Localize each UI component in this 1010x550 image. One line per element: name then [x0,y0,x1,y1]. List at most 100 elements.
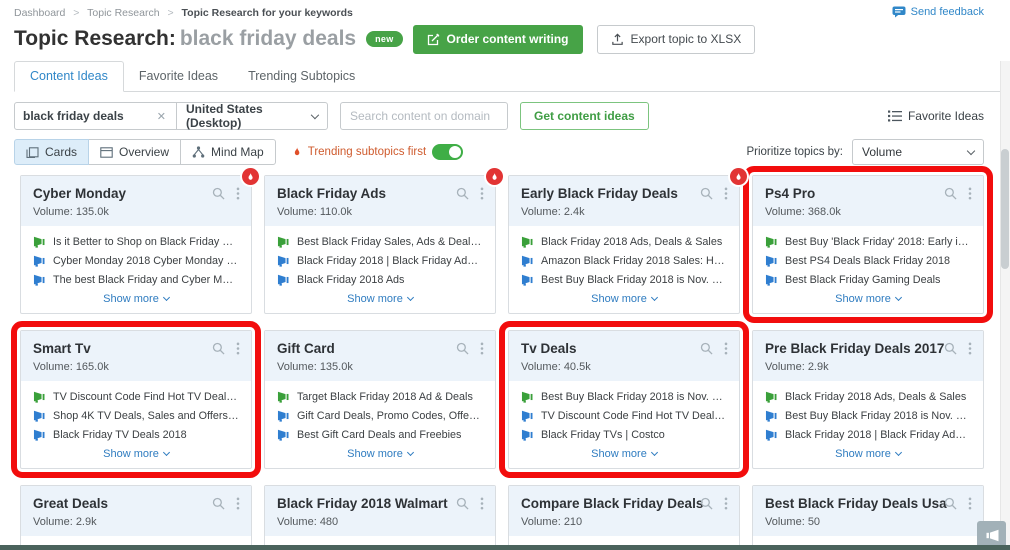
search-topic-icon[interactable] [944,497,957,510]
headline-row[interactable]: Best Black Friday Gaming Deals [765,274,971,286]
search-topic-icon[interactable] [700,342,713,355]
headline-row[interactable]: Is it Better to Shop on Black Friday or … [33,236,239,248]
breadcrumb-dashboard[interactable]: Dashboard [14,7,65,19]
topic-card[interactable]: Ps4 Pro Volume: 368.0k [752,175,984,314]
headline-row[interactable]: Target Black Friday 2018 Ad & Deals [277,391,483,403]
headline-row[interactable]: Best Gift Card Deals and Freebies [277,429,483,441]
view-cards-button[interactable]: Cards [14,139,89,165]
headline-row[interactable]: The best Black Friday and Cyber Monday d… [33,274,239,286]
topic-card[interactable]: Cyber Monday Volume: 135.0k [20,175,252,314]
card-menu-icon[interactable] [236,187,240,200]
card-menu-icon[interactable] [480,342,484,355]
trending-flame-badge [730,168,747,185]
tab-trending-subtopics[interactable]: Trending Subtopics [233,62,370,91]
clear-keyword-icon[interactable]: ✕ [155,110,168,123]
breadcrumb-current: Topic Research for your keywords [182,7,353,19]
tab-content-ideas[interactable]: Content Ideas [14,61,124,92]
show-more-link[interactable]: Show more [509,448,739,460]
headline-row[interactable]: Best Buy 'Black Friday' 2018: Early iPho… [765,236,971,248]
headline-row[interactable]: Shop 4K TV Deals, Sales and Offers to Sa… [33,410,239,422]
card-menu-icon[interactable] [968,342,972,355]
headline-row[interactable]: Amazon Black Friday 2018 Sales: Here Are… [521,255,727,267]
show-more-link[interactable]: Show more [21,293,251,305]
topic-card[interactable]: Early Black Friday Deals Volume: 2.4k [508,175,740,314]
search-topic-icon[interactable] [212,497,225,510]
headline-row[interactable]: Best PS4 Deals Black Friday 2018 [765,255,971,267]
show-more-link[interactable]: Show more [753,293,983,305]
topic-card[interactable]: Tv Deals Volume: 40.5k [508,330,740,469]
show-more-link[interactable]: Show more [21,448,251,460]
show-more-link[interactable]: Show more [509,293,739,305]
region-select[interactable]: United States (Desktop) [176,102,328,130]
show-more-link[interactable]: Show more [265,293,495,305]
headline-row[interactable]: Black Friday 2018 Ads, Deals & Sales [521,236,727,248]
search-topic-icon[interactable] [456,342,469,355]
view-mindmap-button[interactable]: Mind Map [180,139,276,165]
export-xlsx-button[interactable]: Export topic to XLSX [597,25,756,54]
card-header: Cyber Monday Volume: 135.0k [21,176,251,226]
headline-source-icon [521,255,534,267]
breadcrumb-topic-research[interactable]: Topic Research [87,7,159,19]
topic-card[interactable]: Pre Black Friday Deals 2017 Volume: 2.9k [752,330,984,469]
headline-row[interactable]: Black Friday 2018 Ads [277,274,483,286]
card-header: Black Friday 2018 Walmart Volume: 480 [265,486,495,536]
card-menu-icon[interactable] [724,497,728,510]
card-menu-icon[interactable] [480,497,484,510]
card-menu-icon[interactable] [968,497,972,510]
card-menu-icon[interactable] [724,187,728,200]
search-topic-icon[interactable] [456,187,469,200]
volume-label: Volume: [521,361,561,373]
tab-favorite-ideas[interactable]: Favorite Ideas [124,62,233,91]
card-menu-icon[interactable] [236,497,240,510]
keyword-input[interactable]: black friday deals ✕ [14,102,177,130]
trending-subtopics-switch[interactable] [432,144,463,160]
search-topic-icon[interactable] [212,187,225,200]
topic-card[interactable]: Best Black Friday Deals Usa Volume: 50 [752,485,984,550]
headline-row[interactable]: Black Friday TV Deals 2018 [33,429,239,441]
topic-card[interactable]: Compare Black Friday Deals Volume: 210 [508,485,740,550]
headline-row[interactable]: Gift Card Deals, Promo Codes, Offers and… [277,410,483,422]
topic-card[interactable]: Gift Card Volume: 135.0k [264,330,496,469]
topic-card[interactable]: Black Friday Ads Volume: 110.0k [264,175,496,314]
headline-row[interactable]: Best Black Friday Sales, Ads & Deals 201… [277,236,483,248]
scrollbar-thumb[interactable] [1001,149,1009,269]
headline-row[interactable]: Black Friday 2018 | Black Friday Ads and… [277,255,483,267]
headline-row[interactable]: Best Buy Black Friday 2018 is Nov. 22-23 [521,391,727,403]
card-menu-icon[interactable] [968,187,972,200]
headline-row[interactable]: Cyber Monday 2018 Cyber Monday Deals and… [33,255,239,267]
order-content-writing-button[interactable]: Order content writing [413,25,583,54]
topic-card[interactable]: Great Deals Volume: 2.9k [20,485,252,550]
card-menu-icon[interactable] [724,342,728,355]
favorite-ideas-link[interactable]: Favorite Ideas [888,109,984,123]
prioritize-select[interactable]: Volume [852,139,984,165]
show-more-link[interactable]: Show more [265,448,495,460]
headline-row[interactable]: Black Friday 2018 Ads, Deals & Sales [765,391,971,403]
card-menu-icon[interactable] [480,187,484,200]
headline-row[interactable]: TV Discount Code Find Hot TV Deals, Offe… [521,410,727,422]
card-volume: Volume: 165.0k [33,361,239,373]
show-more-link[interactable]: Show more [753,448,983,460]
headline-source-icon [521,391,534,403]
search-topic-icon[interactable] [456,497,469,510]
headline-row[interactable]: Best Buy Black Friday 2018 is Nov. 22-23 [765,410,971,422]
domain-search-input[interactable] [341,103,507,129]
search-topic-icon[interactable] [700,187,713,200]
breadcrumb-separator: > [167,7,173,19]
search-topic-icon[interactable] [212,342,225,355]
topic-card[interactable]: Black Friday 2018 Walmart Volume: 480 [264,485,496,550]
show-more-label: Show more [591,448,647,460]
headline-row[interactable]: Best Buy Black Friday 2018 is Nov. 22-23 [521,274,727,286]
card-volume: Volume: 135.0k [277,361,483,373]
get-content-ideas-button[interactable]: Get content ideas [520,102,649,130]
headline-row[interactable]: Black Friday 2018 | Black Friday Ads and… [765,429,971,441]
headline-row[interactable]: Black Friday TVs | Costco [521,429,727,441]
search-topic-icon[interactable] [700,497,713,510]
search-topic-icon[interactable] [944,187,957,200]
search-topic-icon[interactable] [944,342,957,355]
send-feedback-link[interactable]: Send feedback [892,6,984,18]
card-menu-icon[interactable] [236,342,240,355]
view-overview-button[interactable]: Overview [88,139,181,165]
topic-card[interactable]: Smart Tv Volume: 165.0k [20,330,252,469]
vertical-scrollbar[interactable] [1000,61,1010,550]
headline-row[interactable]: TV Discount Code Find Hot TV Deals, Offe… [33,391,239,403]
